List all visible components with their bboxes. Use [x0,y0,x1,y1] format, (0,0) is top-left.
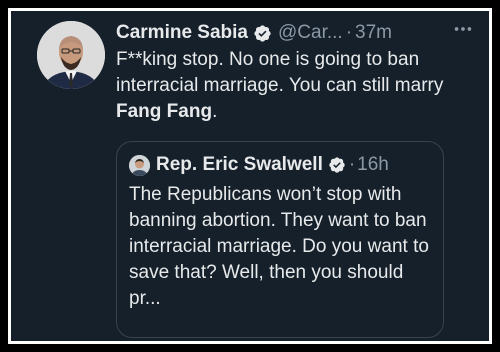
author-name[interactable]: Carmine Sabia [116,22,248,44]
tweet-text: F**king stop. No one is going to ban int… [116,47,486,125]
tweet-text-bold: Fang Fang [116,101,213,122]
more-horizontal-icon[interactable] [447,14,479,44]
avatar[interactable] [37,21,105,89]
quoted-separator-dot: · [348,154,356,175]
author-handle[interactable]: @Car... [278,22,343,44]
quoted-tweet-header: Rep. Eric Swalwell · 16h [129,152,431,178]
tweet-text-part2: . [212,101,218,122]
quoted-tweet-text: The Republicans won’t stop with banning … [129,184,429,309]
tweet-text-part1: F**king stop. No one is going to ban int… [116,49,444,96]
timestamp[interactable]: 37m [355,22,392,44]
tweet-card: Carmine Sabia @Car... · 37m F**king stop… [8,8,492,344]
verified-badge-icon [254,24,271,42]
quoted-avatar-image [129,154,150,176]
quoted-author-name: Rep. Eric Swalwell [156,154,323,175]
more-icon-glyph [454,27,472,31]
screenshot-frame: Carmine Sabia @Car... · 37m F**king stop… [0,0,500,352]
quoted-timestamp: 16h [357,154,389,175]
avatar-image [37,21,105,89]
tweet-header: Carmine Sabia @Car... · 37m [116,20,479,46]
quoted-tweet[interactable]: Rep. Eric Swalwell · 16h The Republicans… [116,141,444,338]
quoted-avatar [129,154,150,176]
tweet[interactable]: Carmine Sabia @Car... · 37m F**king stop… [11,11,489,341]
verified-badge-icon [329,157,345,173]
separator-dot: · [345,22,353,43]
